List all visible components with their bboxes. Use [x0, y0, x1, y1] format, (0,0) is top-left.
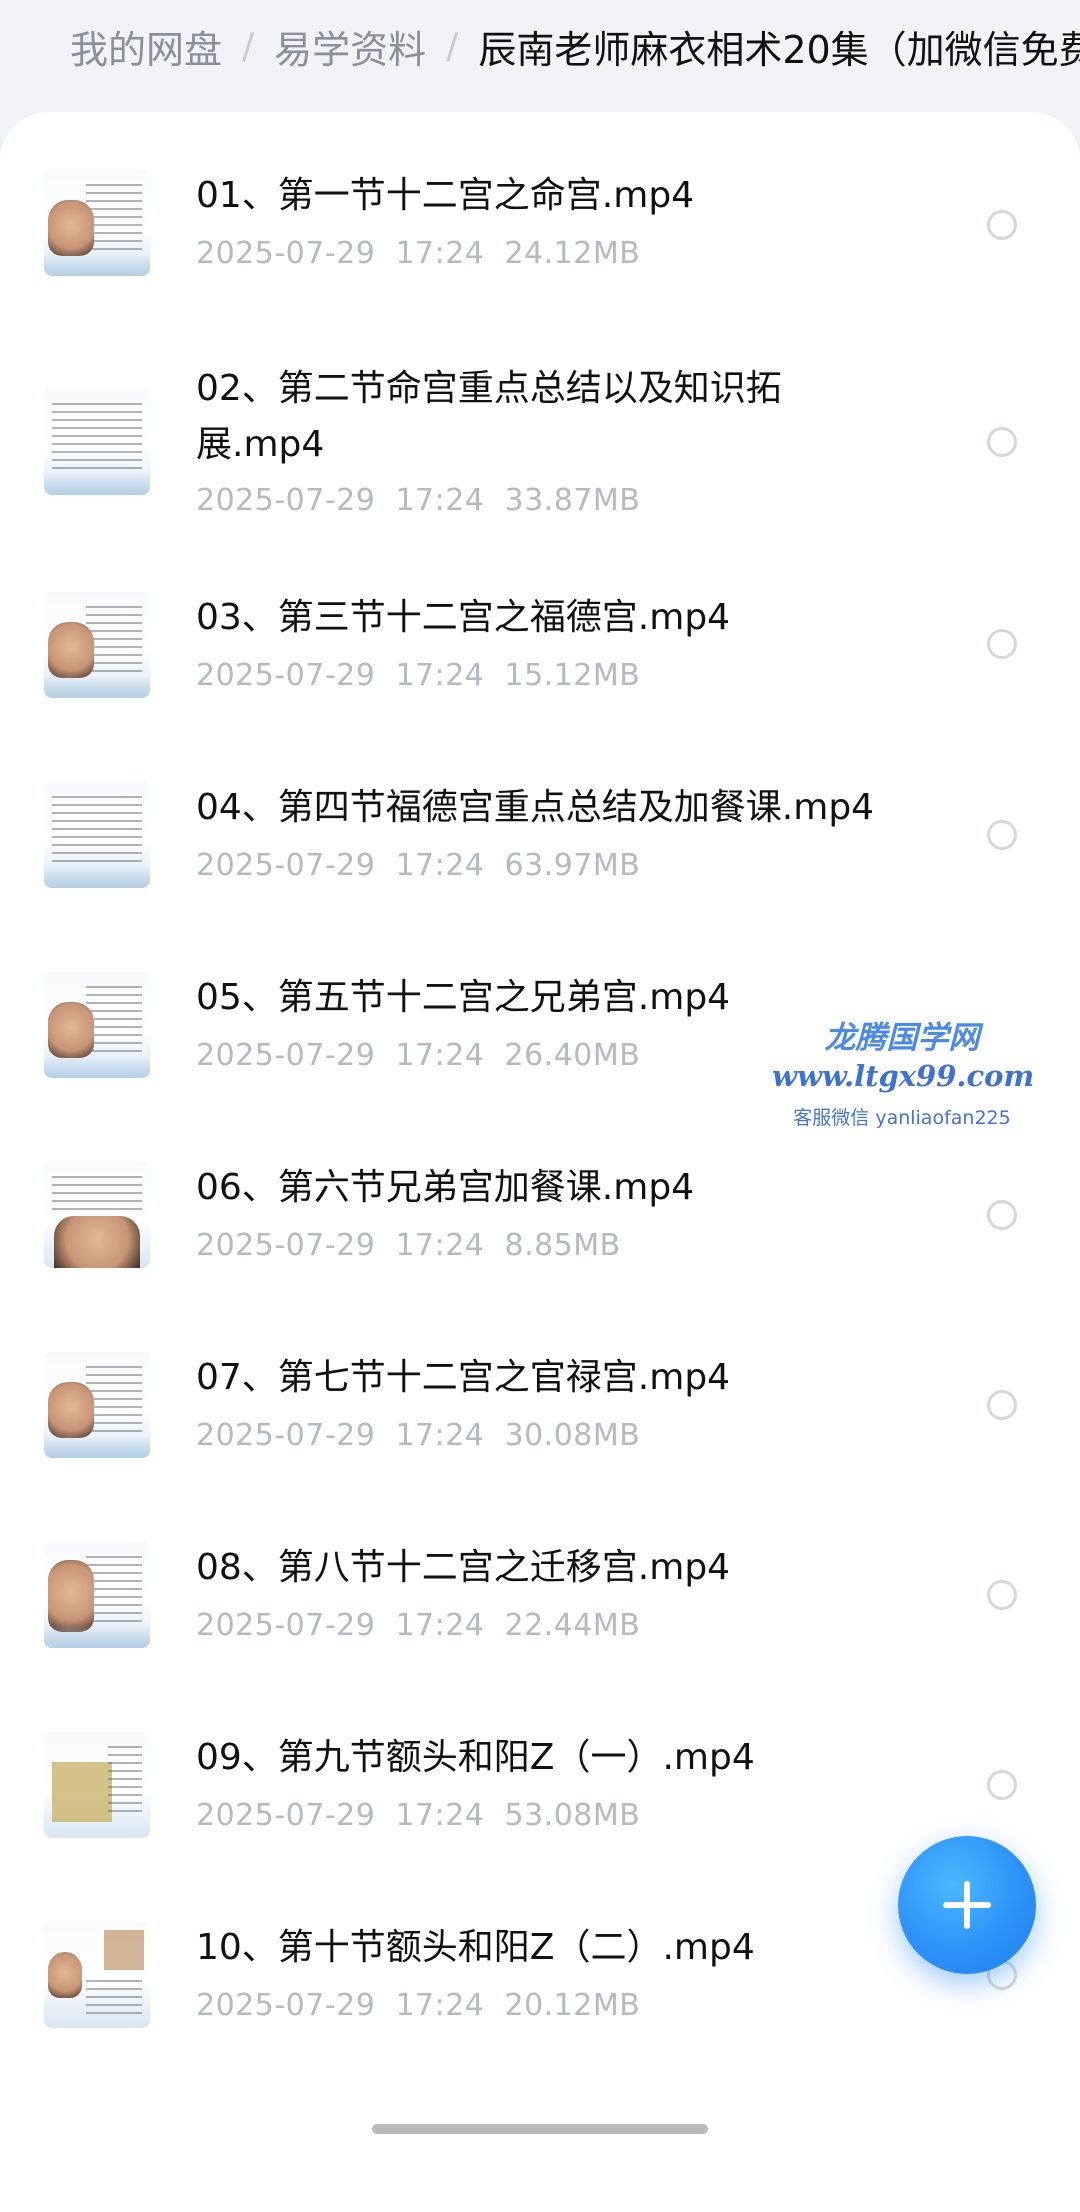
file-size: 24.12MB	[504, 236, 641, 271]
file-name: 03、第三节十二宫之福德宫.mp4	[196, 597, 731, 638]
file-date: 2025-07-29	[196, 236, 376, 271]
file-time: 17:24	[395, 236, 485, 271]
file-meta: 2025-07-29 17:24 15.12MB	[196, 658, 640, 693]
video-thumbnail	[44, 782, 150, 888]
file-row[interactable]: 03、第三节十二宫之福德宫.mp4 2025-07-29 17:24 15.12…	[0, 592, 1080, 742]
video-thumbnail	[44, 972, 150, 1078]
file-name: 07、第七节十二宫之官禄宫.mp4	[196, 1357, 731, 1398]
file-row[interactable]: 07、第七节十二宫之官禄宫.mp4 2025-07-29 17:24 30.08…	[0, 1352, 1080, 1502]
file-name: 08、第八节十二宫之迁移宫.mp4	[196, 1547, 731, 1588]
file-size: 15.12MB	[504, 658, 641, 693]
select-radio-icon[interactable]	[987, 1390, 1017, 1420]
file-meta: 2025-07-29 17:24 22.44MB	[196, 1608, 640, 1643]
select-radio-icon[interactable]	[987, 820, 1017, 850]
file-name: 09、第九节额头和阳Z（一）.mp4	[196, 1737, 755, 1778]
file-size: 22.44MB	[504, 1608, 641, 1643]
watermark-url: www.ltgx99.com	[772, 1059, 1035, 1093]
select-radio-icon[interactable]	[987, 1580, 1017, 1610]
video-thumbnail	[44, 389, 150, 495]
select-radio-icon[interactable]	[987, 427, 1017, 457]
file-meta: 2025-07-29 17:24 8.85MB	[196, 1228, 621, 1263]
file-row[interactable]: 08、第八节十二宫之迁移宫.mp4 2025-07-29 17:24 22.44…	[0, 1542, 1080, 1692]
watermark-name: 龙腾国学网	[824, 1020, 980, 1056]
file-name: 04、第四节福德宫重点总结及加餐课.mp4	[196, 787, 875, 828]
video-thumbnail	[44, 170, 150, 276]
file-date: 2025-07-29	[196, 1988, 376, 2023]
file-time: 17:24	[395, 848, 485, 883]
file-name: 01、第一节十二宫之命宫.mp4	[196, 175, 695, 216]
file-name: 06、第六节兄弟宫加餐课.mp4	[196, 1167, 695, 1208]
file-row[interactable]: 02、第二节命宫重点总结以及知识拓展.mp4 2025-07-29 17:24 …	[0, 368, 1080, 525]
breadcrumb-separator: /	[446, 25, 459, 67]
file-row[interactable]: 01、第一节十二宫之命宫.mp4 2025-07-29 17:24 24.12M…	[0, 170, 1080, 320]
file-meta: 2025-07-29 17:24 20.12MB	[196, 1988, 640, 2023]
file-time: 17:24	[395, 1608, 485, 1643]
file-time: 17:24	[395, 658, 485, 693]
select-radio-icon[interactable]	[987, 210, 1017, 240]
breadcrumb: 我的网盘 / 易学资料 / 辰南老师麻衣相术20集（加微信免费	[70, 18, 1080, 74]
video-thumbnail	[44, 592, 150, 698]
file-meta: 2025-07-29 17:24 24.12MB	[196, 236, 640, 271]
select-radio-icon[interactable]	[987, 1200, 1017, 1230]
file-size: 8.85MB	[504, 1228, 621, 1263]
select-radio-icon[interactable]	[987, 1770, 1017, 1800]
breadcrumb-item-current: 辰南老师麻衣相术20集（加微信免费	[478, 27, 1080, 72]
file-size: 30.08MB	[504, 1418, 641, 1453]
file-size: 63.97MB	[504, 848, 641, 883]
file-name: 10、第十节额头和阳Z（二）.mp4	[196, 1927, 755, 1968]
file-size: 53.08MB	[504, 1798, 641, 1833]
file-date: 2025-07-29	[196, 1038, 376, 1073]
video-thumbnail	[44, 1352, 150, 1458]
breadcrumb-item-folder[interactable]: 易学资料	[274, 19, 426, 74]
watermark: 龙腾国学网 www.ltgx99.com 客服微信 yanliaofan225	[772, 1012, 1035, 1130]
video-thumbnail	[44, 1542, 150, 1648]
file-size: 33.87MB	[504, 483, 641, 518]
file-meta: 2025-07-29 17:24 63.97MB	[196, 848, 640, 883]
watermark-contact: 客服微信 yanliaofan225	[793, 1107, 1011, 1129]
video-thumbnail	[44, 1732, 150, 1838]
file-time: 17:24	[395, 1418, 485, 1453]
file-date: 2025-07-29	[196, 1418, 376, 1453]
add-button[interactable]	[898, 1836, 1036, 1974]
file-meta: 2025-07-29 17:24 33.87MB	[196, 483, 640, 518]
file-time: 17:24	[395, 483, 485, 518]
file-date: 2025-07-29	[196, 1608, 376, 1643]
file-date: 2025-07-29	[196, 1798, 376, 1833]
file-time: 17:24	[395, 1988, 485, 2023]
breadcrumb-separator: /	[242, 25, 255, 67]
select-radio-icon[interactable]	[987, 629, 1017, 659]
file-meta: 2025-07-29 17:24 53.08MB	[196, 1798, 640, 1833]
file-date: 2025-07-29	[196, 1228, 376, 1263]
file-meta: 2025-07-29 17:24 26.40MB	[196, 1038, 640, 1073]
file-row[interactable]: 04、第四节福德宫重点总结及加餐课.mp4 2025-07-29 17:24 6…	[0, 782, 1080, 932]
file-date: 2025-07-29	[196, 848, 376, 883]
file-time: 17:24	[395, 1228, 485, 1263]
plus-icon-stroke	[964, 1881, 970, 1929]
video-thumbnail	[44, 1922, 150, 2028]
file-meta: 2025-07-29 17:24 30.08MB	[196, 1418, 640, 1453]
file-size: 20.12MB	[504, 1988, 641, 2023]
breadcrumb-item-my-drive[interactable]: 我的网盘	[70, 19, 222, 74]
file-name: 02、第二节命宫重点总结以及知识拓展.mp4	[196, 368, 782, 465]
file-date: 2025-07-29	[196, 483, 376, 518]
file-size: 26.40MB	[504, 1038, 641, 1073]
file-time: 17:24	[395, 1798, 485, 1833]
file-time: 17:24	[395, 1038, 485, 1073]
home-indicator[interactable]	[372, 2124, 708, 2134]
video-thumbnail	[44, 1162, 150, 1268]
file-date: 2025-07-29	[196, 658, 376, 693]
file-row[interactable]: 06、第六节兄弟宫加餐课.mp4 2025-07-29 17:24 8.85MB	[0, 1162, 1080, 1312]
